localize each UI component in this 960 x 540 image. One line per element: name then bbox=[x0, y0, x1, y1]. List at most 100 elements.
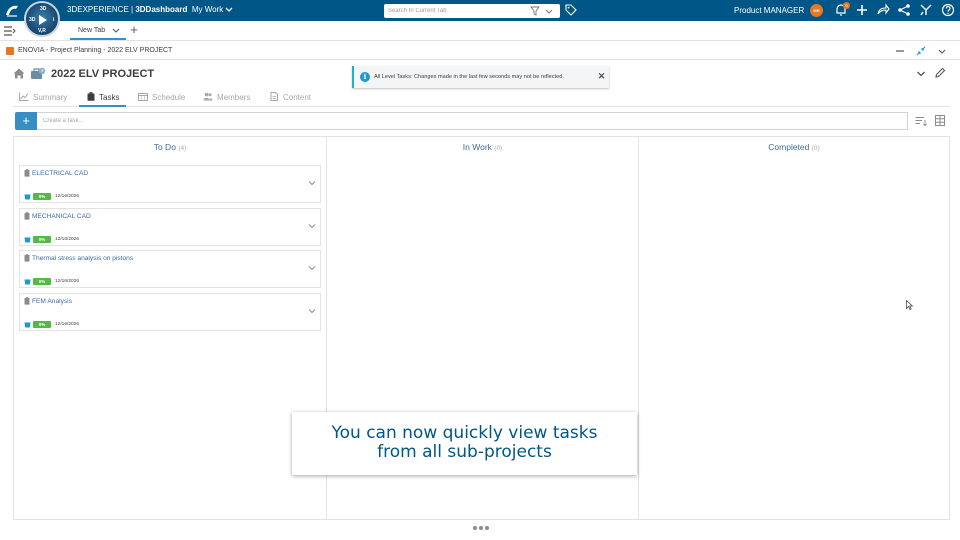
tab-summary[interactable]: Summary bbox=[19, 88, 75, 107]
tab-label: Tasks bbox=[99, 93, 120, 102]
compass-button[interactable]: 3D 3D i V,R bbox=[24, 1, 60, 37]
clipboard-icon bbox=[24, 212, 30, 220]
sort-icon[interactable] bbox=[915, 116, 927, 126]
chevron-down-icon bbox=[225, 7, 233, 12]
tab-new-tab[interactable]: New Tab bbox=[70, 21, 126, 40]
task-card[interactable]: ELECTRICAL CAD 0% 12/16/2026 bbox=[19, 165, 321, 203]
column-title: Completed bbox=[768, 142, 810, 152]
chevron-down-icon[interactable] bbox=[544, 6, 554, 16]
dashboard-tab-bar: New Tab + bbox=[0, 21, 960, 41]
dashboard-selector[interactable]: My Work bbox=[190, 5, 234, 14]
share-icon[interactable] bbox=[876, 3, 890, 17]
search-box bbox=[384, 4, 560, 18]
chevron-down-icon[interactable] bbox=[937, 46, 947, 56]
search-input[interactable] bbox=[388, 6, 528, 16]
compass-left-label: 3D bbox=[29, 17, 36, 23]
column-title: To Do bbox=[153, 142, 176, 152]
project-tabs: Summary Tasks Schedule Members Content bbox=[13, 88, 950, 107]
tab-label: Summary bbox=[33, 93, 68, 102]
task-name[interactable]: FEM Analysis bbox=[32, 298, 72, 305]
plus-icon[interactable] bbox=[855, 3, 869, 17]
column-count: (0) bbox=[811, 145, 820, 152]
people-icon bbox=[203, 92, 213, 101]
column-header: In Work (0) bbox=[327, 142, 638, 152]
task-card[interactable]: Thermal stress analysis on pistons 0% 12… bbox=[19, 250, 321, 288]
tab-tasks[interactable]: Tasks bbox=[79, 88, 126, 107]
basket-icon bbox=[24, 279, 31, 285]
project-icon bbox=[31, 67, 46, 79]
tab-label: Members bbox=[217, 93, 251, 102]
mouse-cursor-icon bbox=[906, 300, 913, 310]
progress-badge: 0% bbox=[33, 321, 51, 328]
column-todo: To Do (4) ELECTRICAL CAD 0% 12/16/2026 M… bbox=[14, 137, 326, 519]
more-options-icon[interactable] bbox=[472, 524, 490, 532]
collapse-arrows-icon[interactable] bbox=[916, 46, 926, 56]
task-card[interactable]: FEM Analysis 0% 12/16/2026 bbox=[19, 293, 321, 331]
toast-message: All Level Tasks: Changes made in the las… bbox=[374, 74, 564, 80]
column-header: Completed (0) bbox=[639, 142, 949, 152]
task-card[interactable]: MECHANICAL CAD 0% 12/16/2026 bbox=[19, 208, 321, 246]
widget-title: ENOVIA - Project Planning - 2022 ELV PRO… bbox=[18, 47, 173, 54]
top-bar: 3DEXPERIENCE | 3DDashboard My Work Produ… bbox=[0, 0, 960, 21]
document-icon bbox=[270, 92, 278, 101]
column-count: (4) bbox=[178, 145, 187, 152]
side-menu-icon[interactable] bbox=[4, 26, 16, 36]
compass-bottom-label: V,R bbox=[38, 28, 46, 34]
progress-badge: 0% bbox=[33, 236, 51, 243]
tab-label: Schedule bbox=[152, 93, 186, 102]
tab-label: New Tab bbox=[78, 27, 106, 34]
compass-top-label: 3D bbox=[40, 6, 47, 12]
column-completed: Completed (0) bbox=[638, 137, 949, 519]
due-date: 12/16/2026 bbox=[55, 194, 80, 199]
task-name[interactable]: ELECTRICAL CAD bbox=[32, 170, 88, 177]
chevron-down-icon[interactable] bbox=[308, 308, 316, 314]
chevron-down-icon[interactable] bbox=[308, 180, 316, 186]
brand-title: 3DEXPERIENCE | 3DDashboard My Work bbox=[67, 5, 233, 14]
home-icon[interactable] bbox=[13, 68, 25, 79]
progress-badge: 0% bbox=[33, 278, 51, 285]
info-icon: i bbox=[360, 72, 370, 82]
clipboard-icon bbox=[87, 92, 95, 101]
dashboard-name: My Work bbox=[191, 5, 224, 14]
chevron-down-icon[interactable] bbox=[308, 223, 316, 229]
add-task-button[interactable]: + bbox=[15, 112, 37, 130]
chevron-down-icon[interactable] bbox=[112, 27, 120, 34]
create-task-input[interactable] bbox=[37, 112, 908, 130]
tab-label: Content bbox=[283, 93, 312, 102]
pencil-icon[interactable] bbox=[934, 67, 946, 79]
minimize-icon[interactable] bbox=[895, 46, 905, 56]
tab-schedule[interactable]: Schedule bbox=[138, 88, 194, 107]
user-name[interactable]: Product MANAGER bbox=[734, 6, 804, 15]
tab-content[interactable]: Content bbox=[269, 88, 321, 107]
network-icon[interactable] bbox=[897, 3, 911, 17]
dassault-logo bbox=[4, 3, 20, 18]
compass-right-label: i bbox=[53, 17, 55, 23]
caption-line: You can now quickly view tasks bbox=[331, 423, 598, 443]
filter-icon[interactable] bbox=[530, 6, 540, 16]
calendar-icon bbox=[138, 93, 148, 101]
widget-header: ENOVIA - Project Planning - 2022 ELV PRO… bbox=[0, 42, 960, 60]
play-icon bbox=[39, 15, 47, 25]
due-date: 12/16/2026 bbox=[55, 322, 80, 327]
chevron-down-icon[interactable] bbox=[308, 265, 316, 271]
notification-toast: i All Level Tasks: Changes made in the l… bbox=[352, 66, 609, 88]
tag-icon[interactable] bbox=[565, 4, 577, 16]
chart-line-icon bbox=[19, 92, 29, 101]
avatar[interactable]: MR bbox=[810, 4, 823, 17]
tab-members[interactable]: Members bbox=[203, 88, 261, 107]
tutorial-caption: You can now quickly view tasks from all … bbox=[292, 412, 637, 475]
basket-icon bbox=[24, 322, 31, 328]
caption-line: from all sub-projects bbox=[377, 442, 552, 462]
grid-view-icon[interactable] bbox=[935, 115, 945, 126]
clipboard-icon bbox=[24, 254, 30, 262]
column-count: (0) bbox=[494, 145, 503, 152]
enovia-app-icon bbox=[6, 47, 14, 55]
task-name[interactable]: MECHANICAL CAD bbox=[32, 213, 91, 220]
help-icon[interactable] bbox=[941, 3, 955, 17]
close-icon[interactable]: ✕ bbox=[597, 72, 606, 81]
brand-app: 3DDashboard bbox=[135, 5, 188, 14]
chevron-down-icon[interactable] bbox=[916, 70, 926, 78]
tools-icon[interactable] bbox=[919, 3, 933, 17]
add-tab-button[interactable]: + bbox=[128, 23, 140, 36]
task-name[interactable]: Thermal stress analysis on pistons bbox=[32, 255, 133, 262]
